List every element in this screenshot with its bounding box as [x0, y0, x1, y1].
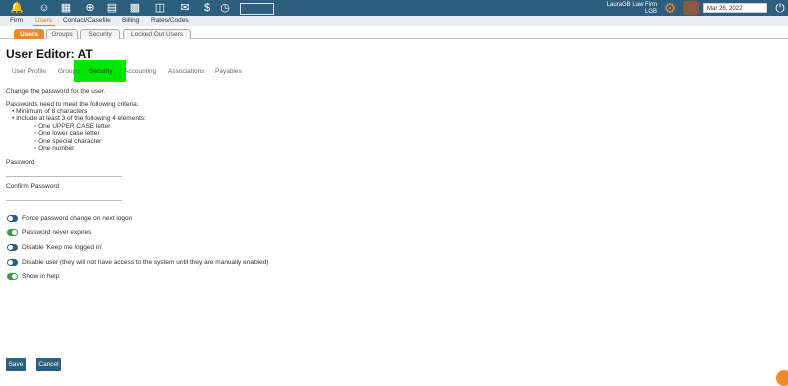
avatar[interactable]	[683, 1, 699, 15]
timer-icon[interactable]: ◷	[218, 1, 232, 15]
subtab-groups[interactable]: Groups	[46, 29, 78, 39]
confirm-password-label: Confirm Password	[6, 183, 60, 190]
intro-text: Change the password for the user.	[6, 88, 106, 95]
toggle-disable-keep-logged-in[interactable]	[7, 244, 18, 251]
element-item: ◦ One lower case letter	[34, 130, 100, 137]
tab-user-profile[interactable]: User Profile	[12, 68, 46, 75]
help-fab[interactable]	[776, 370, 788, 386]
plus-icon[interactable]: ⊕	[83, 1, 97, 15]
grid-icon[interactable]: ▦	[59, 1, 73, 15]
toggle-force-password-change[interactable]	[7, 215, 18, 222]
save-button[interactable]: Save	[6, 358, 26, 371]
password-label: Password	[6, 159, 35, 166]
tab-groups[interactable]: Groups	[58, 68, 79, 75]
top-toolbar: 🔔 ☺ ▦ ⊕ ▤ ▩ ◫ ✉ $ ◷ LauraGB Law Firm LGB…	[0, 0, 788, 16]
toggle-label: Show in help	[22, 273, 60, 280]
tab-accounting[interactable]: Accounting	[124, 68, 156, 75]
nav-active-indicator	[33, 25, 55, 26]
date-field[interactable]: Mar 26, 2022	[703, 3, 767, 13]
password-input[interactable]	[6, 176, 122, 177]
tab-associations[interactable]: Associations	[168, 68, 205, 75]
tab-security[interactable]: Security	[89, 68, 112, 75]
subtab-security[interactable]: Security	[80, 29, 120, 39]
toggle-label: Disable user (they will not have access …	[22, 259, 269, 266]
subtab-users[interactable]: Users	[14, 29, 44, 39]
element-item: ◦ One number	[34, 145, 75, 152]
toggle-show-in-help[interactable]	[7, 273, 18, 280]
envelope-icon[interactable]: ✉	[178, 1, 192, 15]
toggle-password-never-expires[interactable]	[7, 229, 18, 236]
toggle-label: Password never expires	[22, 229, 92, 236]
dollar-icon[interactable]: $	[200, 1, 214, 15]
firm-name: LauraGB Law Firm LGB	[606, 2, 657, 15]
nav-billing[interactable]: Billing	[122, 16, 139, 26]
gear-icon[interactable]: ⚙	[662, 0, 678, 16]
tab-payables[interactable]: Payables	[215, 68, 242, 75]
toggle-label: Force password change on next logon	[22, 215, 133, 222]
calendar-icon[interactable]: ▩	[128, 1, 142, 15]
power-icon[interactable]: ⏻	[773, 1, 787, 15]
nav-firm[interactable]: Firm	[10, 16, 23, 26]
folder-icon[interactable]: ◫	[153, 1, 167, 15]
nav-contact-casefile[interactable]: Contact/Casefile	[63, 16, 111, 26]
page-icon[interactable]: ▤	[105, 1, 119, 15]
main-nav: Firm Users Contact/Casefile Billing Rate…	[0, 16, 788, 26]
subtab-locked-out-users[interactable]: Locked Out Users	[123, 29, 191, 39]
toggle-disable-user[interactable]	[7, 259, 18, 266]
page-title: User Editor: AT	[6, 47, 93, 61]
nav-rates-codes[interactable]: Rates/Codes	[151, 16, 189, 26]
search-input[interactable]	[240, 3, 274, 15]
toggle-label: Disable 'Keep me logged in'	[22, 244, 103, 251]
bell-icon[interactable]: 🔔	[10, 1, 24, 15]
criteria-item: • Include at least 3 of the following 4 …	[12, 115, 146, 122]
subtabs: Users Groups Security Locked Out Users	[0, 27, 788, 39]
cancel-button[interactable]: Cancel	[36, 358, 61, 371]
confirm-password-input[interactable]	[6, 200, 122, 201]
people-icon[interactable]: ☺	[37, 1, 51, 15]
